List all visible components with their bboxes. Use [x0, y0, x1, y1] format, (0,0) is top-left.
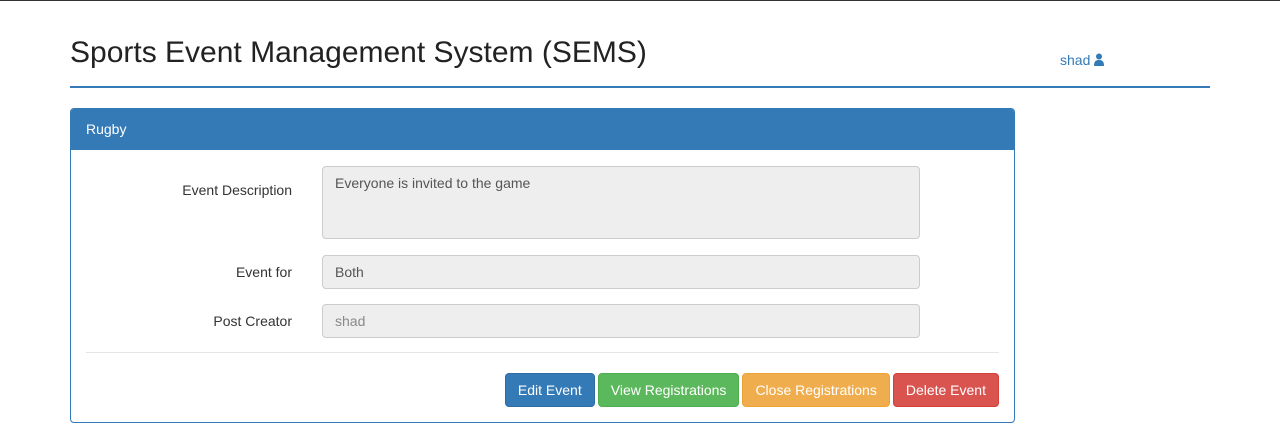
- close-registrations-button[interactable]: Close Registrations: [742, 373, 890, 407]
- divider: [86, 352, 999, 353]
- event-panel: Rugby Event Description Everyone is invi…: [70, 108, 1015, 423]
- view-registrations-button[interactable]: View Registrations: [597, 373, 740, 407]
- user-icon: [1094, 53, 1105, 67]
- action-buttons: Edit Event View Registrations Close Regi…: [504, 373, 999, 407]
- delete-event-button[interactable]: Delete Event: [892, 373, 999, 407]
- description-label: Event Description: [182, 182, 292, 198]
- page-header: Sports Event Management System (SEMS) sh…: [70, 34, 1210, 88]
- page-title: Sports Event Management System (SEMS): [70, 36, 647, 69]
- top-border: [0, 0, 1280, 1]
- panel-title: Rugby: [71, 109, 1014, 150]
- event-for-field[interactable]: Both: [322, 255, 920, 289]
- edit-event-button[interactable]: Edit Event: [504, 373, 595, 407]
- event-for-label: Event for: [235, 264, 292, 280]
- creator-field[interactable]: shad: [322, 304, 920, 338]
- user-menu-link[interactable]: shad: [1060, 52, 1105, 68]
- user-name: shad: [1060, 52, 1091, 68]
- creator-label: Post Creator: [213, 313, 292, 329]
- description-field[interactable]: Everyone is invited to the game: [322, 166, 920, 239]
